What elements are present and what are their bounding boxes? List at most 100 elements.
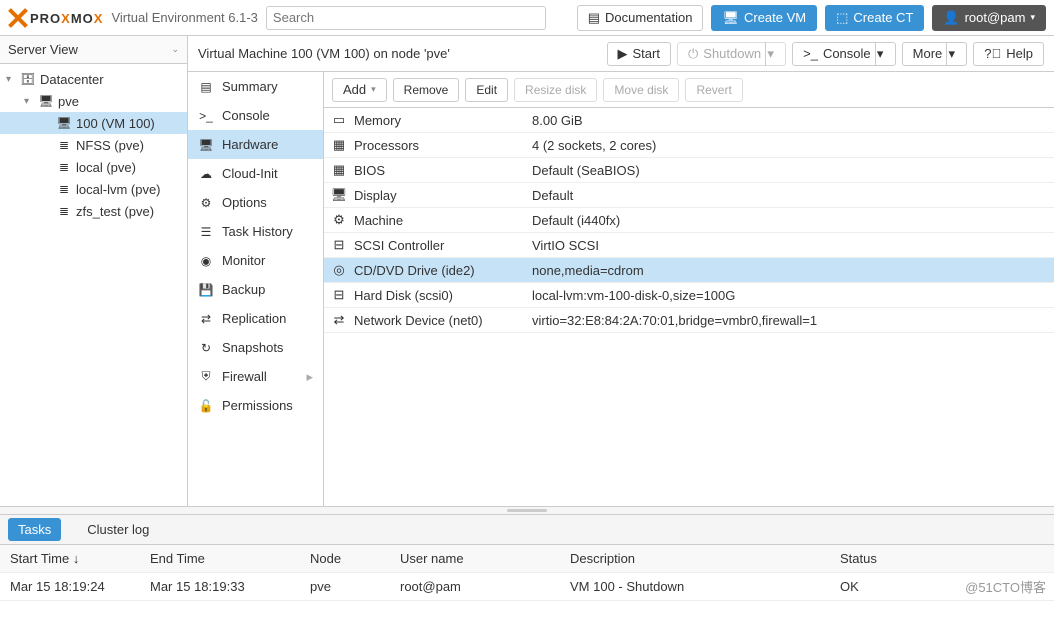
logo: PROXMOX <box>8 6 103 29</box>
hardware-value: virtio=32:E8:84:2A:70:01,bridge=vmbr0,fi… <box>532 313 1054 328</box>
hardware-value: VirtIO SCSI <box>532 238 1054 253</box>
menu-item-label: Monitor <box>222 253 265 268</box>
edit-button[interactable]: Edit <box>465 78 508 102</box>
tree-item-datacenter[interactable]: ▾🗄Datacenter <box>0 68 187 90</box>
log-row[interactable]: Mar 15 18:19:24 Mar 15 18:19:33 pve root… <box>0 573 1054 601</box>
revert-button[interactable]: Revert <box>685 78 742 102</box>
page-title: Virtual Machine 100 (VM 100) on node 'pv… <box>198 46 601 61</box>
menu-item-options[interactable]: ⚙Options <box>188 188 323 217</box>
hardware-row-bios[interactable]: ▦BIOSDefault (SeaBIOS) <box>324 158 1054 183</box>
tree-item-label: NFSS (pve) <box>76 138 144 153</box>
add-button[interactable]: Add ▾ <box>332 78 387 102</box>
menu-item-replication[interactable]: ⇄Replication <box>188 304 323 333</box>
tree-item-pve[interactable]: ▾🖥pve <box>0 90 187 112</box>
menu-item-label: Firewall <box>222 369 267 384</box>
tab-cluster-log[interactable]: Cluster log <box>77 518 159 541</box>
history-icon: ↻ <box>198 340 214 356</box>
menu-item-snapshots[interactable]: ↻Snapshots <box>188 333 323 362</box>
vm-icon: 🖥 <box>56 115 72 131</box>
tree-item-label: Datacenter <box>40 72 104 87</box>
menu-item-label: Summary <box>222 79 278 94</box>
book-icon: ▤ <box>588 10 600 26</box>
col-end-time[interactable]: End Time <box>150 551 310 566</box>
hardware-row-machine[interactable]: ⚙MachineDefault (i440fx) <box>324 208 1054 233</box>
tree-item-100-vm-100-[interactable]: 🖥100 (VM 100) <box>0 112 187 134</box>
shield-icon: ⛨ <box>198 369 214 385</box>
tree-item-zfs-test-pve-[interactable]: ≣zfs_test (pve) <box>0 200 187 222</box>
tree-view-selector[interactable]: Server View ⌄ <box>0 36 187 64</box>
col-start-time[interactable]: Start Time ↓ <box>0 551 150 566</box>
console-button[interactable]: >_Console▾ <box>792 42 896 66</box>
menu-item-label: Permissions <box>222 398 293 413</box>
hardware-row-memory[interactable]: ▭Memory8.00 GiB <box>324 108 1054 133</box>
logo-x-icon <box>8 8 28 28</box>
menu-item-backup[interactable]: 💾Backup <box>188 275 323 304</box>
storage-icon: ≣ <box>56 181 72 197</box>
col-status[interactable]: Status <box>840 551 1054 566</box>
menu-item-task-history[interactable]: ☰Task History <box>188 217 323 246</box>
swap-icon: ⇄ <box>324 312 354 328</box>
tree-item-local-lvm-pve-[interactable]: ≣local-lvm (pve) <box>0 178 187 200</box>
chevron-down-icon: ⌄ <box>171 44 179 55</box>
power-icon: ⏻ <box>688 46 698 62</box>
hardware-toolbar: Add ▾ Remove Edit Resize disk Move disk … <box>324 72 1054 108</box>
list-icon: ☰ <box>198 224 214 240</box>
tab-tasks[interactable]: Tasks <box>8 518 61 541</box>
more-button[interactable]: More▾ <box>902 42 968 66</box>
col-user[interactable]: User name <box>400 551 570 566</box>
version-label: Virtual Environment 6.1-3 <box>111 10 257 25</box>
tree-item-nfss-pve-[interactable]: ≣NFSS (pve) <box>0 134 187 156</box>
menu-item-cloud-init[interactable]: ☁Cloud-Init <box>188 159 323 188</box>
hardware-key: BIOS <box>354 163 532 178</box>
menu-item-summary[interactable]: ▤Summary <box>188 72 323 101</box>
col-node[interactable]: Node <box>310 551 400 566</box>
hardware-row-cd-dvd-drive-ide2-[interactable]: ◎CD/DVD Drive (ide2)none,media=cdrom <box>324 258 1054 283</box>
start-button[interactable]: ▶Start <box>607 42 671 66</box>
menu-item-permissions[interactable]: 🔓Permissions <box>188 391 323 420</box>
hardware-key: Display <box>354 188 532 203</box>
menu-item-hardware[interactable]: 🖥Hardware <box>188 130 323 159</box>
cpu-icon: ▦ <box>324 137 354 153</box>
remove-button[interactable]: Remove <box>393 78 460 102</box>
chevron-down-icon[interactable]: ▾ <box>875 42 885 66</box>
hardware-value: Default <box>532 188 1054 203</box>
resource-tree: ▾🗄Datacenter▾🖥pve🖥100 (VM 100)≣NFSS (pve… <box>0 64 187 226</box>
menu-item-console[interactable]: >_Console <box>188 101 323 130</box>
desktop-icon: 🖥 <box>324 187 354 203</box>
log-tabs: Tasks Cluster log <box>0 515 1054 545</box>
menu-item-label: Backup <box>222 282 265 297</box>
disc-icon: ◎ <box>324 262 354 278</box>
shutdown-button[interactable]: ⏻Shutdown▾ <box>677 42 786 66</box>
sync-icon: ⇄ <box>198 311 214 327</box>
help-button[interactable]: ?⃝Help <box>973 42 1044 66</box>
menu-item-monitor[interactable]: ◉Monitor <box>188 246 323 275</box>
cube-icon: ⬚ <box>836 10 848 26</box>
documentation-button[interactable]: ▤Documentation <box>577 5 704 31</box>
menu-item-label: Hardware <box>222 137 278 152</box>
create-ct-button[interactable]: ⬚Create CT <box>825 5 924 31</box>
create-vm-button[interactable]: 🖥Create VM <box>711 5 817 31</box>
user-menu-button[interactable]: 👤root@pam▾ <box>932 5 1046 31</box>
hardware-row-network-device-net0-[interactable]: ⇄Network Device (net0)virtio=32:E8:84:2A… <box>324 308 1054 333</box>
tree-item-label: local (pve) <box>76 160 136 175</box>
hardware-panel: Add ▾ Remove Edit Resize disk Move disk … <box>324 72 1054 506</box>
col-description[interactable]: Description <box>570 551 840 566</box>
resize-disk-button[interactable]: Resize disk <box>514 78 597 102</box>
chevron-down-icon[interactable]: ▾ <box>765 42 775 66</box>
help-icon: ?⃝ <box>984 46 1001 61</box>
cell-start-time: Mar 15 18:19:24 <box>0 579 150 594</box>
watermark: @51CTO博客 <box>965 577 1046 596</box>
hdd-icon: ⊟ <box>324 287 354 303</box>
cell-user: root@pam <box>400 579 570 594</box>
hardware-row-hard-disk-scsi0-[interactable]: ⊟Hard Disk (scsi0)local-lvm:vm-100-disk-… <box>324 283 1054 308</box>
cloud-icon: ☁ <box>198 166 214 182</box>
move-disk-button[interactable]: Move disk <box>603 78 679 102</box>
menu-item-firewall[interactable]: ⛨Firewall▸ <box>188 362 323 391</box>
hardware-row-scsi-controller[interactable]: ⊟SCSI ControllerVirtIO SCSI <box>324 233 1054 258</box>
panel-resize-handle[interactable] <box>0 506 1054 514</box>
search-input[interactable] <box>266 6 546 30</box>
tree-item-local-pve-[interactable]: ≣local (pve) <box>0 156 187 178</box>
hardware-row-display[interactable]: 🖥DisplayDefault <box>324 183 1054 208</box>
chevron-down-icon[interactable]: ▾ <box>946 42 956 66</box>
hardware-row-processors[interactable]: ▦Processors4 (2 sockets, 2 cores) <box>324 133 1054 158</box>
